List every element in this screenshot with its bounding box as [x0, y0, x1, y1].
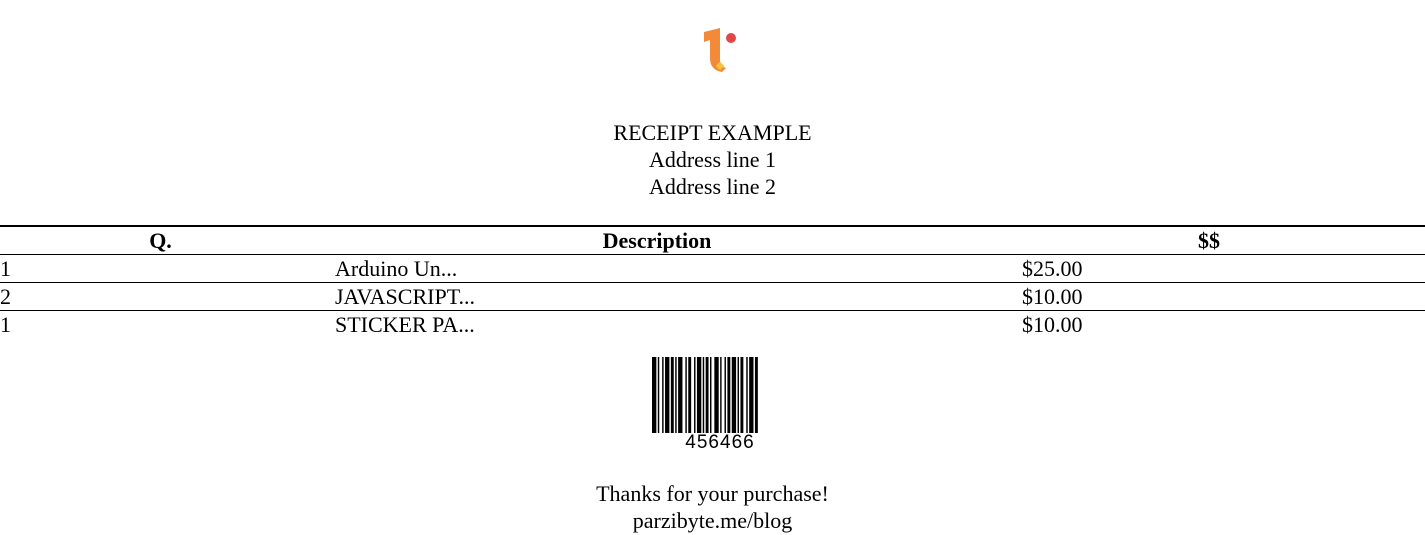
barcode-bar [737, 357, 739, 433]
column-header-description: Description [602, 228, 712, 253]
row-description: Arduino Un... [335, 256, 458, 281]
row-quantity: 2 [0, 284, 11, 309]
barcode-bar [714, 357, 719, 433]
barcode-bar [731, 357, 737, 433]
address-line-1: Address line 1 [648, 147, 777, 172]
barcode-bar [670, 357, 674, 433]
row-price: $25.00 [1022, 256, 1083, 281]
barcode-bar [652, 357, 657, 433]
barcode-bar [678, 357, 683, 433]
row-quantity: 1 [0, 312, 11, 337]
barcode-bar [740, 357, 744, 433]
barcode-bar [685, 357, 687, 433]
barcode-bar [746, 357, 748, 433]
column-header-price: $$ [1198, 228, 1220, 253]
brand-logo-icon [704, 28, 736, 72]
barcode-bar [720, 357, 722, 433]
barcode-bar [675, 357, 677, 433]
address-line-2: Address line 2 [648, 174, 777, 199]
thanks-message: Thanks for your purchase! [596, 481, 829, 506]
receipt-header: RECEIPT EXAMPLE Address line 1 Address l… [0, 119, 1425, 200]
barcode-bar [665, 357, 670, 433]
row-quantity: 1 [0, 256, 11, 281]
items-table: Q. Description $$ 1 Arduino Un... $25.00… [0, 225, 1425, 338]
column-header-quantity: Q. [149, 228, 172, 253]
barcode-number: 456466 [685, 432, 755, 453]
barcode-bar [724, 357, 726, 433]
row-description: JAVASCRIPT... [335, 284, 476, 309]
barcode-bar [702, 357, 705, 433]
barcode-bar [754, 357, 758, 433]
barcode-bar [657, 357, 660, 433]
barcode-bar [749, 357, 754, 433]
barcode-bar [705, 357, 709, 433]
row-description: STICKER PA... [335, 312, 475, 337]
receipt-title: RECEIPT EXAMPLE [613, 120, 812, 145]
barcode-bar [696, 357, 702, 433]
barcode-bar [694, 357, 696, 433]
table-row: 1 STICKER PA... $10.00 [0, 310, 1425, 339]
table-header-row: Q. Description $$ [0, 226, 1425, 255]
receipt-footer: Thanks for your purchase! parzibyte.me/b… [0, 480, 1425, 534]
barcode-bar [688, 357, 692, 433]
table-row: 2 JAVASCRIPT... $10.00 [0, 282, 1425, 311]
row-price: $10.00 [1022, 312, 1083, 337]
row-price: $10.00 [1022, 284, 1083, 309]
barcode-bar [710, 357, 712, 433]
barcode-bar [662, 357, 664, 433]
barcode-bar [727, 357, 731, 433]
website-link: parzibyte.me/blog [632, 508, 793, 533]
table-row: 1 Arduino Un... $25.00 [0, 254, 1425, 283]
